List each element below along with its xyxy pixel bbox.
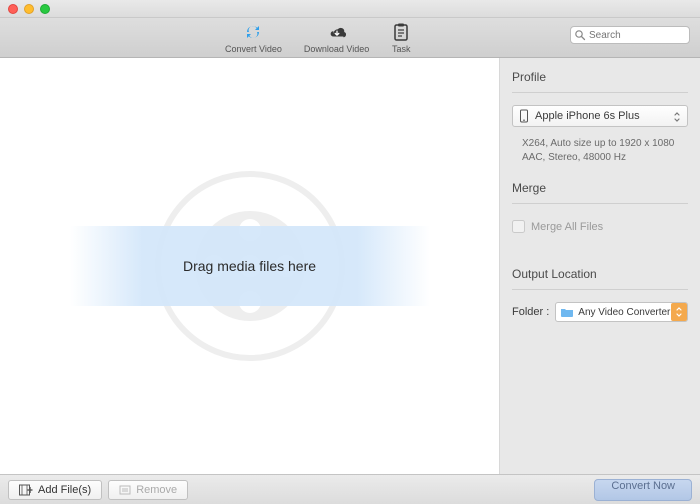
phone-icon [519,109,529,123]
merge-section-title: Merge [512,181,688,195]
toolbar: Convert Video Download Video Task [0,18,700,58]
refresh-icon [243,22,263,42]
convert-now-label: Convert Now [611,480,675,492]
profile-desc-line2: AAC, Stereo, 48000 Hz [522,151,686,165]
toolbar-items: Convert Video Download Video Task [225,22,411,54]
titlebar [0,0,700,18]
add-files-button[interactable]: Add File(s) [8,480,102,500]
convert-video-label: Convert Video [225,44,282,54]
zoom-window-button[interactable] [40,4,50,14]
film-plus-icon [19,484,33,496]
minimize-window-button[interactable] [24,4,34,14]
divider [512,203,688,204]
convert-now-button[interactable]: Convert Now [594,479,692,501]
profile-description: X264, Auto size up to 1920 x 1080 AAC, S… [512,133,688,167]
output-section-title: Output Location [512,267,688,281]
divider [512,289,688,290]
folder-value: Any Video Converter [578,307,671,318]
merge-all-label: Merge All Files [531,221,603,233]
folder-label: Folder : [512,306,549,318]
main-area: Drag media files here [0,58,500,474]
remove-button[interactable]: Remove [108,480,188,500]
search-input[interactable] [570,26,690,44]
remove-label: Remove [136,484,177,496]
remove-icon [119,484,131,496]
search-icon [574,29,586,41]
folder-icon [560,306,574,318]
close-window-button[interactable] [8,4,18,14]
folder-select[interactable]: Any Video Converter [555,302,688,322]
profile-value: Apple iPhone 6s Plus [535,110,640,122]
body: Drag media files here Profile Apple iPho… [0,58,700,474]
merge-all-checkbox-row[interactable]: Merge All Files [512,216,688,237]
download-video-label: Download Video [304,44,369,54]
chevron-updown-icon [672,111,682,123]
task-button[interactable]: Task [391,22,411,54]
drop-band: Drag media files here [70,226,430,306]
profile-select[interactable]: Apple iPhone 6s Plus [512,105,688,127]
clipboard-icon [391,22,411,42]
dropzone[interactable]: Drag media files here [0,58,499,474]
footer: Add File(s) Remove Convert Now [0,474,700,504]
window-controls [8,4,50,14]
merge-all-checkbox[interactable] [512,220,525,233]
sidebar: Profile Apple iPhone 6s Plus X264, Auto … [500,58,700,474]
cloud-download-icon [327,22,347,42]
download-video-button[interactable]: Download Video [304,22,369,54]
profile-section-title: Profile [512,70,688,84]
convert-video-button[interactable]: Convert Video [225,22,282,54]
app-window: Convert Video Download Video Task [0,0,700,504]
chevron-updown-icon [671,303,687,321]
profile-desc-line1: X264, Auto size up to 1920 x 1080 [522,137,686,151]
task-label: Task [392,44,411,54]
search-wrap [570,26,690,44]
divider [512,92,688,93]
drop-text: Drag media files here [183,258,316,274]
folder-row: Folder : Any Video Converter [512,302,688,322]
add-files-label: Add File(s) [38,484,91,496]
